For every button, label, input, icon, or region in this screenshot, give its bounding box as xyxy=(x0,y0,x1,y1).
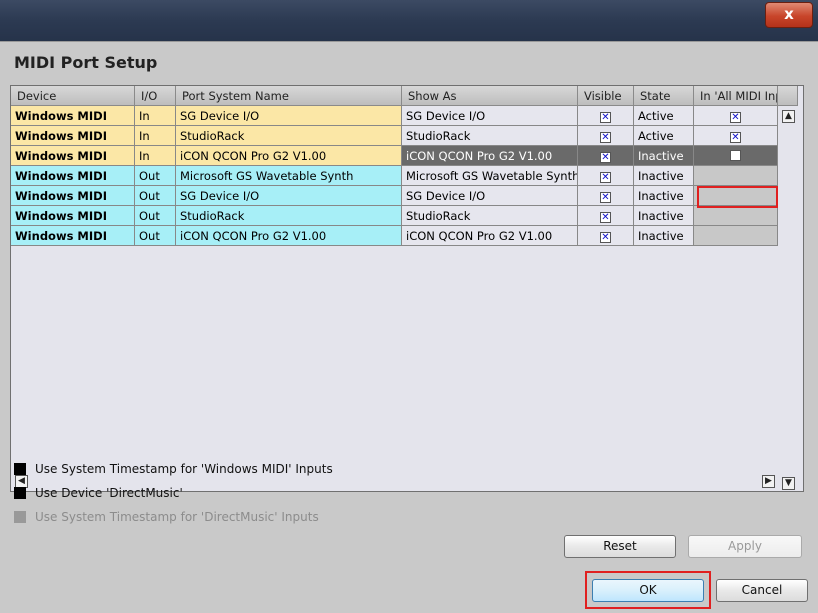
scroll-down-button[interactable]: ▼ xyxy=(782,477,795,490)
option-use-device-directmusic[interactable]: Use Device 'DirectMusic' xyxy=(14,485,183,501)
io-cell: Out xyxy=(135,186,176,206)
ports-table: Device I/O Port System Name Show As Visi… xyxy=(10,85,804,492)
vertical-scrollbar[interactable]: ▲ ▼ xyxy=(778,106,798,491)
option-label: Use System Timestamp for 'DirectMusic' I… xyxy=(35,510,319,524)
show-as-field[interactable]: iCON QCON Pro G2 V1.00 xyxy=(402,146,578,166)
io-cell: In xyxy=(135,126,176,146)
column-header-port-system-name[interactable]: Port System Name xyxy=(176,86,402,106)
chevron-down-icon: ▼ xyxy=(785,478,792,488)
device-cell: Windows MIDI xyxy=(11,206,135,226)
visible-cell: ✕ xyxy=(578,126,634,146)
visible-checkbox[interactable]: ✕ xyxy=(600,232,611,243)
all-midi-checkbox[interactable] xyxy=(730,150,741,161)
io-cell: In xyxy=(135,106,176,126)
visible-cell: ✕ xyxy=(578,166,634,186)
io-cell: In xyxy=(135,146,176,166)
port-name-cell: StudioRack xyxy=(176,206,402,226)
highlight-box xyxy=(697,186,778,208)
all-midi-cell xyxy=(694,146,778,166)
column-header-io[interactable]: I/O xyxy=(135,86,176,106)
visible-checkbox[interactable]: ✕ xyxy=(600,112,611,123)
device-cell: Windows MIDI xyxy=(11,226,135,246)
state-cell: Inactive xyxy=(634,146,694,166)
visible-cell: ✕ xyxy=(578,206,634,226)
close-button[interactable]: x xyxy=(765,2,813,28)
show-as-field[interactable]: StudioRack xyxy=(402,206,578,226)
column-header-state[interactable]: State xyxy=(634,86,694,106)
state-cell: Active xyxy=(634,106,694,126)
title-bar: x xyxy=(0,0,818,41)
port-name-cell: SG Device I/O xyxy=(176,106,402,126)
all-midi-cell xyxy=(694,166,778,186)
device-cell: Windows MIDI xyxy=(11,186,135,206)
show-as-field[interactable]: Microsoft GS Wavetable Synth xyxy=(402,166,578,186)
all-midi-cell xyxy=(694,226,778,246)
scroll-right-button[interactable]: ▶ xyxy=(762,475,775,488)
column-header-visible[interactable]: Visible xyxy=(578,86,634,106)
io-cell: Out xyxy=(135,206,176,226)
state-cell: Inactive xyxy=(634,206,694,226)
header-corner xyxy=(778,86,798,106)
chevron-up-icon: ▲ xyxy=(785,111,792,121)
state-cell: Inactive xyxy=(634,186,694,206)
io-cell: Out xyxy=(135,166,176,186)
device-cell: Windows MIDI xyxy=(11,106,135,126)
all-midi-cell xyxy=(694,206,778,226)
show-as-field[interactable]: StudioRack xyxy=(402,126,578,146)
visible-checkbox[interactable]: ✕ xyxy=(600,132,611,143)
io-cell: Out xyxy=(135,226,176,246)
close-icon: x xyxy=(784,5,794,23)
visible-checkbox[interactable]: ✕ xyxy=(600,152,611,163)
chevron-right-icon: ▶ xyxy=(765,476,772,486)
visible-cell: ✕ xyxy=(578,146,634,166)
option-system-timestamp-windows-midi[interactable]: Use System Timestamp for 'Windows MIDI' … xyxy=(14,461,333,477)
all-midi-cell: ✕ xyxy=(694,126,778,146)
option-checkbox[interactable] xyxy=(14,487,26,499)
state-cell: Active xyxy=(634,126,694,146)
visible-checkbox[interactable]: ✕ xyxy=(600,192,611,203)
show-as-field[interactable]: SG Device I/O xyxy=(402,186,578,206)
device-cell: Windows MIDI xyxy=(11,146,135,166)
state-cell: Inactive xyxy=(634,226,694,246)
column-header-show-as[interactable]: Show As xyxy=(402,86,578,106)
all-midi-checkbox[interactable]: ✕ xyxy=(730,132,741,143)
visible-cell: ✕ xyxy=(578,186,634,206)
column-header-device[interactable]: Device xyxy=(11,86,135,106)
option-label: Use Device 'DirectMusic' xyxy=(35,486,183,500)
option-system-timestamp-directmusic: Use System Timestamp for 'DirectMusic' I… xyxy=(14,509,319,525)
scroll-up-button[interactable]: ▲ xyxy=(782,110,795,123)
port-name-cell: iCON QCON Pro G2 V1.00 xyxy=(176,146,402,166)
cancel-button[interactable]: Cancel xyxy=(716,579,808,602)
dialog-heading: MIDI Port Setup xyxy=(14,53,158,72)
device-cell: Windows MIDI xyxy=(11,166,135,186)
visible-checkbox[interactable]: ✕ xyxy=(600,212,611,223)
column-header-all-midi-inputs[interactable]: In 'All MIDI Inputs' xyxy=(694,86,778,106)
all-midi-checkbox[interactable]: ✕ xyxy=(730,112,741,123)
visible-cell: ✕ xyxy=(578,226,634,246)
show-as-field[interactable]: iCON QCON Pro G2 V1.00 xyxy=(402,226,578,246)
device-cell: Windows MIDI xyxy=(11,126,135,146)
show-as-field[interactable]: SG Device I/O xyxy=(402,106,578,126)
state-cell: Inactive xyxy=(634,166,694,186)
visible-cell: ✕ xyxy=(578,106,634,126)
option-label: Use System Timestamp for 'Windows MIDI' … xyxy=(35,462,333,476)
apply-button: Apply xyxy=(688,535,802,558)
option-checkbox[interactable] xyxy=(14,463,26,475)
port-name-cell: iCON QCON Pro G2 V1.00 xyxy=(176,226,402,246)
port-name-cell: SG Device I/O xyxy=(176,186,402,206)
port-name-cell: StudioRack xyxy=(176,126,402,146)
visible-checkbox[interactable]: ✕ xyxy=(600,172,611,183)
midi-port-setup-dialog: MIDI Port Setup Device I/O Port System N… xyxy=(0,41,818,613)
all-midi-cell: ✕ xyxy=(694,106,778,126)
reset-button[interactable]: Reset xyxy=(564,535,676,558)
port-name-cell: Microsoft GS Wavetable Synth xyxy=(176,166,402,186)
ok-highlight-box xyxy=(585,571,711,609)
option-checkbox xyxy=(14,511,26,523)
